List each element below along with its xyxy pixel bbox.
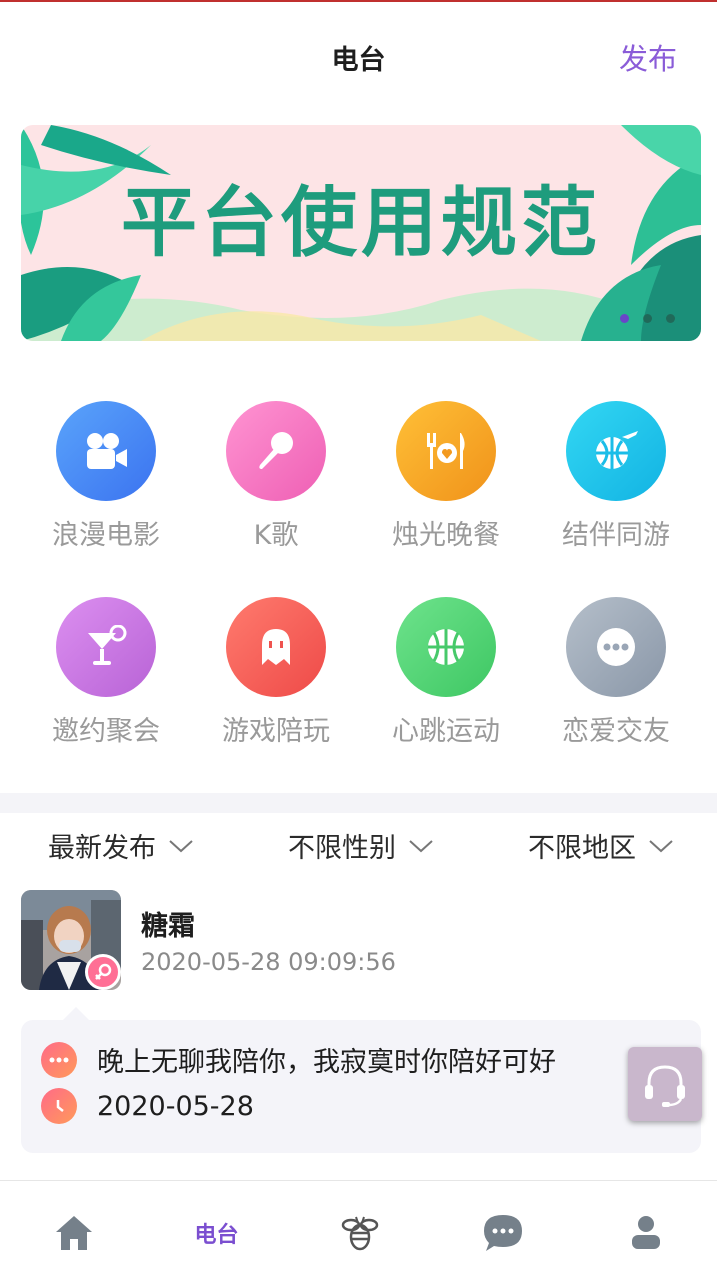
carousel-indicators bbox=[620, 314, 675, 323]
category-label: 恋爱交友 bbox=[562, 716, 670, 747]
filter-label: 不限性别 bbox=[288, 833, 396, 864]
category-label: 心跳运动 bbox=[392, 716, 500, 747]
banner-title: 平台使用规范 bbox=[121, 178, 601, 267]
category-game-companion[interactable]: 游戏陪玩 bbox=[191, 597, 361, 767]
tab-profile[interactable] bbox=[574, 1181, 717, 1283]
category-label: 浪漫电影 bbox=[52, 520, 160, 551]
category-label: 烛光晚餐 bbox=[392, 520, 500, 551]
tab-home[interactable] bbox=[2, 1181, 145, 1283]
female-gender-icon bbox=[85, 954, 121, 990]
clock-icon bbox=[41, 1088, 77, 1124]
chat-bubble-icon bbox=[41, 1041, 77, 1078]
tab-label: 电台 bbox=[194, 1222, 239, 1248]
post-username[interactable]: 糖霜 bbox=[141, 904, 195, 943]
category-label: 游戏陪玩 bbox=[222, 716, 330, 747]
bee-icon bbox=[341, 1216, 378, 1250]
cocktail-icon bbox=[56, 597, 156, 697]
bottom-tab-bar: 电台 bbox=[0, 1180, 717, 1283]
customer-service-button[interactable] bbox=[628, 1047, 702, 1121]
banner-carousel[interactable]: 平台使用规范 bbox=[21, 125, 701, 341]
category-label: 结伴同游 bbox=[562, 520, 670, 551]
carousel-dot-active[interactable] bbox=[620, 314, 629, 323]
post-content-row: 晚上无聊我陪你，我寂寞时你陪好可好 bbox=[41, 1040, 556, 1079]
filter-label: 最新发布 bbox=[48, 833, 156, 864]
category-label: K歌 bbox=[253, 520, 299, 551]
header-bar: 电台 发布 bbox=[0, 2, 717, 102]
category-candlelight-dinner[interactable]: 烛光晚餐 bbox=[361, 401, 531, 571]
basketball-icon bbox=[396, 597, 496, 697]
post-date-row: 2020-05-28 bbox=[41, 1088, 254, 1124]
category-label: 邀约聚会 bbox=[52, 716, 160, 747]
post-card[interactable]: 晚上无聊我陪你，我寂寞时你陪好可好 2020-05-28 bbox=[21, 1007, 701, 1153]
page-title: 电台 bbox=[331, 45, 386, 76]
publish-button[interactable]: 发布 bbox=[619, 36, 677, 78]
category-heartbeat-sports[interactable]: 心跳运动 bbox=[361, 597, 531, 767]
travel-globe-icon bbox=[566, 401, 666, 501]
profile-icon bbox=[631, 1215, 660, 1249]
movie-camera-icon bbox=[56, 401, 156, 501]
category-karaoke[interactable]: K歌 bbox=[191, 401, 361, 571]
filter-latest[interactable]: 最新发布 bbox=[48, 826, 194, 865]
category-romantic-movie[interactable]: 浪漫电影 bbox=[21, 401, 191, 571]
tab-radio[interactable]: 电台 bbox=[145, 1181, 288, 1283]
card-pointer bbox=[63, 1007, 89, 1020]
filter-gender[interactable]: 不限性别 bbox=[288, 826, 434, 865]
category-party-invite[interactable]: 邀约聚会 bbox=[21, 597, 191, 767]
game-ghost-icon bbox=[226, 597, 326, 697]
home-icon bbox=[55, 1215, 92, 1250]
chevron-down-icon bbox=[649, 839, 673, 852]
post-timestamp: 2020-05-28 09:09:56 bbox=[141, 948, 396, 976]
category-dating-friends[interactable]: 恋爱交友 bbox=[531, 597, 701, 767]
tab-bee[interactable] bbox=[288, 1181, 431, 1283]
headset-icon bbox=[645, 1065, 685, 1107]
post-date: 2020-05-28 bbox=[97, 1090, 254, 1122]
chat-icon bbox=[483, 1214, 522, 1251]
chevron-down-icon bbox=[169, 839, 193, 852]
microphone-icon bbox=[226, 401, 326, 501]
carousel-dot[interactable] bbox=[643, 314, 652, 323]
more-chat-icon bbox=[566, 597, 666, 697]
dinner-icon bbox=[396, 401, 496, 501]
post-content: 晚上无聊我陪你，我寂寞时你陪好可好 bbox=[97, 1047, 556, 1078]
chevron-down-icon bbox=[409, 839, 433, 852]
filter-label: 不限地区 bbox=[528, 833, 636, 864]
section-divider bbox=[0, 793, 717, 813]
filter-region[interactable]: 不限地区 bbox=[528, 826, 674, 865]
carousel-dot[interactable] bbox=[666, 314, 675, 323]
tab-messages[interactable] bbox=[431, 1181, 574, 1283]
category-travel-together[interactable]: 结伴同游 bbox=[531, 401, 701, 571]
